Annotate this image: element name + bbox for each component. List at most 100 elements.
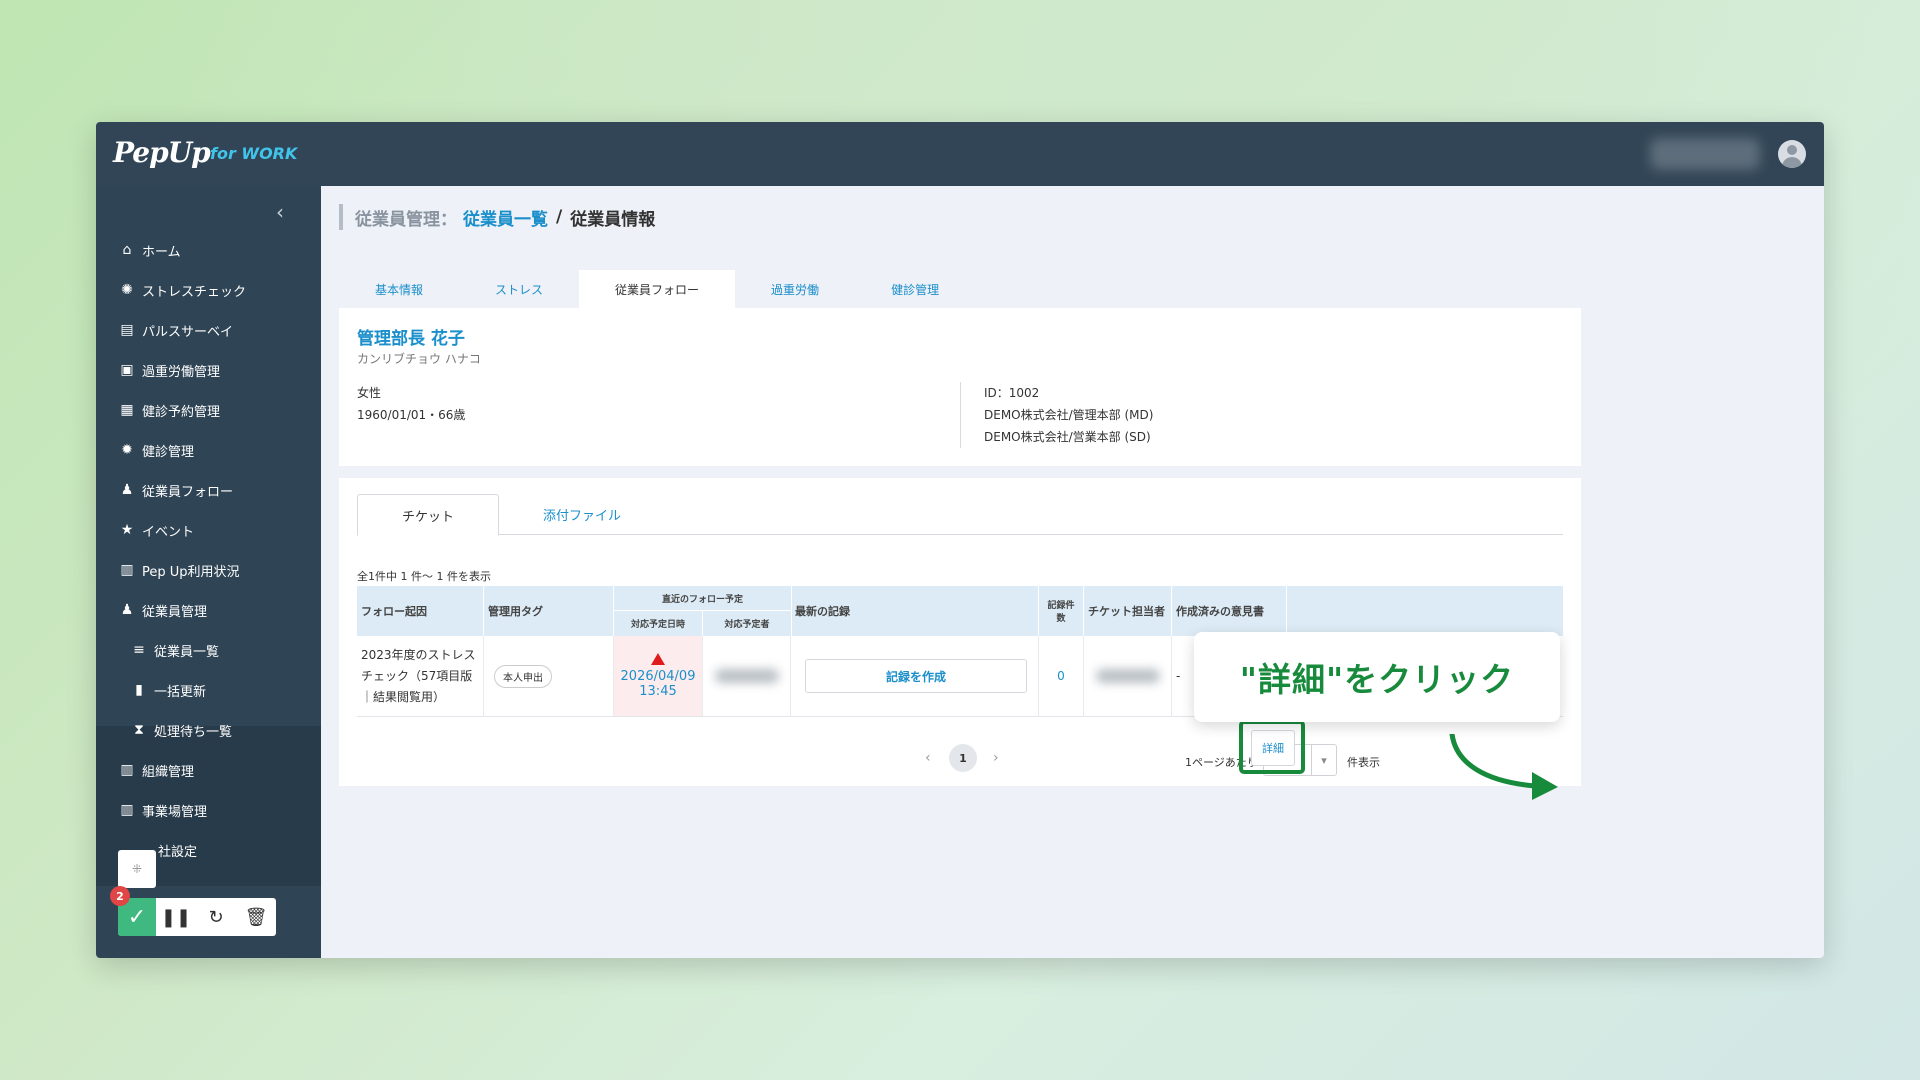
cell-tag: 本人申出 [484, 636, 614, 716]
cell-latest-record: 記録を作成 [791, 636, 1039, 716]
th-actions [1287, 586, 1563, 636]
brain-icon: ✺ [121, 282, 133, 298]
th-record-count: 記録件数 [1039, 586, 1084, 636]
breadcrumb-employee-list-link[interactable]: 従業員一覧 [463, 205, 548, 230]
sidebar-collapse-icon[interactable]: ‹ [266, 198, 294, 226]
tab-checkup[interactable]: 健診管理 [855, 270, 975, 308]
employee-kana: カンリブチョウ ハナコ [357, 352, 481, 366]
list-icon: ≡ [133, 642, 145, 658]
th-next-follow: 直近のフォロー予定 [614, 586, 792, 611]
user-name-blurred [1650, 138, 1760, 170]
hourglass-icon: ⧗ [134, 722, 144, 738]
breadcrumb-separator: / [556, 207, 563, 227]
create-record-button[interactable]: 記録を作成 [805, 659, 1027, 693]
employee-name: 管理部長 花子 [357, 329, 465, 349]
tag-pill[interactable]: 本人申出 [494, 664, 552, 688]
sidebar-item-event[interactable]: ★ イベント [96, 510, 321, 550]
subtab-ticket[interactable]: チケット [357, 494, 500, 536]
sidebar-item-checkup-reservation[interactable]: ▦ 健診予約管理 [96, 390, 321, 430]
sidebar-item-pulse-survey[interactable]: ▤ パルスサーベイ [96, 310, 321, 350]
briefcase-icon: ▣ [120, 362, 134, 378]
sidebar-item-stress-check[interactable]: ✺ ストレスチェック [96, 270, 321, 310]
pause-icon[interactable]: ❚❚ [156, 898, 196, 936]
group-icon: ♟ [120, 602, 134, 618]
app-window: PepUp for WORK ‹ ⌂ ホーム ✺ ストレスチェック ▤ パルスサーベイ… [96, 122, 1824, 958]
blurred-person [714, 669, 779, 683]
sidebar-item-checkup[interactable]: ✹ 健診管理 [96, 430, 321, 470]
th-latest-record: 最新の記録 [791, 586, 1039, 636]
sidebar-item-workplace[interactable]: ▥ 事業場管理 [96, 790, 321, 830]
building-icon: ▥ [120, 562, 134, 578]
th-next-person: 対応予定者 [703, 611, 792, 636]
page-number[interactable]: 1 [949, 744, 977, 772]
notification-badge: 2 [110, 886, 130, 906]
cell-next-date: 2026/04/09 13:45 [614, 636, 703, 716]
cell-follow-cause: 2023年度のストレスチェック（57項目版｜結果閲覧用） [357, 636, 484, 716]
sub-tabs: チケット 添付ファイル [357, 494, 1563, 536]
sidebar-item-organization[interactable]: ▥ 組織管理 [96, 750, 321, 790]
employee-dept-2: DEMO株式会社/営業本部 (SD) [984, 430, 1151, 444]
employee-info-card: 管理部長 花子 カンリブチョウ ハナコ 女性 1960/01/01・66歳 ID… [339, 308, 1581, 466]
chevron-down-icon: ▾ [1311, 745, 1336, 775]
sidebar-item-home[interactable]: ⌂ ホーム [96, 230, 321, 270]
sidebar-item-employee-follow[interactable]: ♟ 従業員フォロー [96, 470, 321, 510]
next-page-icon[interactable]: › [993, 750, 999, 766]
employee-dept-1: DEMO株式会社/管理本部 (MD) [984, 408, 1154, 422]
tab-overwork[interactable]: 過重労働 [735, 270, 855, 308]
heart-icon: ✹ [121, 442, 133, 458]
pagination: ‹ 1 › 1ページあたり 20▾ 件表示 [357, 744, 1563, 782]
breadcrumb: 従業員管理： 従業員一覧 / 従業員情報 [339, 204, 655, 230]
app-logo-sub: for WORK [210, 144, 298, 163]
th-next-date: 対応予定日時 [614, 611, 703, 636]
th-opinion: 作成済みの意見書 [1172, 586, 1287, 636]
th-follow-cause: フォロー起因 [357, 586, 484, 636]
sidebar-item-pending-list[interactable]: ⧗ 処理待ち一覧 [96, 710, 321, 750]
warning-triangle-icon [651, 653, 665, 665]
tab-employee-follow[interactable]: 従業員フォロー [579, 270, 736, 308]
prev-page-icon[interactable]: ‹ [925, 750, 931, 766]
info-divider [960, 382, 961, 448]
floating-toolbar: 2 ✓ ❚❚ ↻ 🗑 [110, 886, 276, 936]
cell-record-count[interactable]: 0 [1039, 636, 1084, 716]
sidebar-item-pepup-usage[interactable]: ▥ Pep Up利用状況 [96, 550, 321, 590]
employee-gender: 女性 [357, 386, 382, 400]
file-icon: ▮ [135, 682, 143, 698]
sidebar-item-overwork[interactable]: ▣ 過重労働管理 [96, 350, 321, 390]
people-icon: ♟ [120, 482, 134, 498]
sidebar-item-bulk-update[interactable]: ▮ 一括更新 [96, 670, 321, 710]
star-flag-icon: ★ [120, 522, 134, 538]
trash-icon[interactable]: 🗑 [236, 898, 276, 936]
building-icon: ▥ [120, 802, 134, 818]
employee-id: ID：1002 [984, 386, 1040, 400]
clipboard-icon: ▤ [120, 322, 134, 338]
cell-assignee [1084, 636, 1172, 716]
sidebar-item-employee-list[interactable]: ≡ 従業員一覧 [96, 630, 321, 670]
th-assignee: チケット担当者 [1084, 586, 1172, 636]
refresh-icon[interactable]: ↻ [196, 898, 236, 936]
top-bar: PepUp for WORK [96, 122, 1824, 186]
detail-button[interactable]: 詳細 [1251, 730, 1295, 766]
blurred-assignee [1095, 669, 1160, 683]
tab-basic-info[interactable]: 基本情報 [339, 270, 459, 308]
result-count: 全1件中 1 件〜 1 件を表示 [357, 570, 491, 583]
user-avatar-icon[interactable] [1778, 140, 1806, 168]
main-tabs: 基本情報 ストレス 従業員フォロー 過重労働 健診管理 [339, 270, 975, 308]
app-logo[interactable]: PepUp [113, 136, 211, 169]
next-time-value: 13:45 [639, 684, 677, 699]
breadcrumb-current: 従業員情報 [570, 209, 656, 230]
cell-next-person [703, 636, 791, 716]
tab-stress[interactable]: ストレス [459, 270, 579, 308]
subtab-attachments[interactable]: 添付ファイル [499, 494, 665, 534]
sidebar-item-employee-management[interactable]: ♟ 従業員管理 [96, 590, 321, 630]
building-icon: ▥ [120, 762, 134, 778]
calendar-icon: ▦ [120, 402, 134, 418]
pointer-arrow-icon [1449, 734, 1558, 800]
home-icon: ⌂ [122, 242, 132, 258]
grid-toolbar-icon[interactable]: ⁜ [118, 850, 156, 888]
th-tag: 管理用タグ [484, 586, 614, 636]
next-date-value: 2026/04/09 [620, 669, 696, 684]
breadcrumb-section: 従業員管理： [355, 209, 457, 230]
table-header: フォロー起因 管理用タグ 直近のフォロー予定 対応予定日時 対応予定者 最新の記… [357, 586, 1563, 636]
sidebar: ‹ ⌂ ホーム ✺ ストレスチェック ▤ パルスサーベイ ▣ 過重労働管理 ▦ 健診予約管… [96, 186, 321, 958]
per-page-suffix: 件表示 [1347, 756, 1380, 769]
